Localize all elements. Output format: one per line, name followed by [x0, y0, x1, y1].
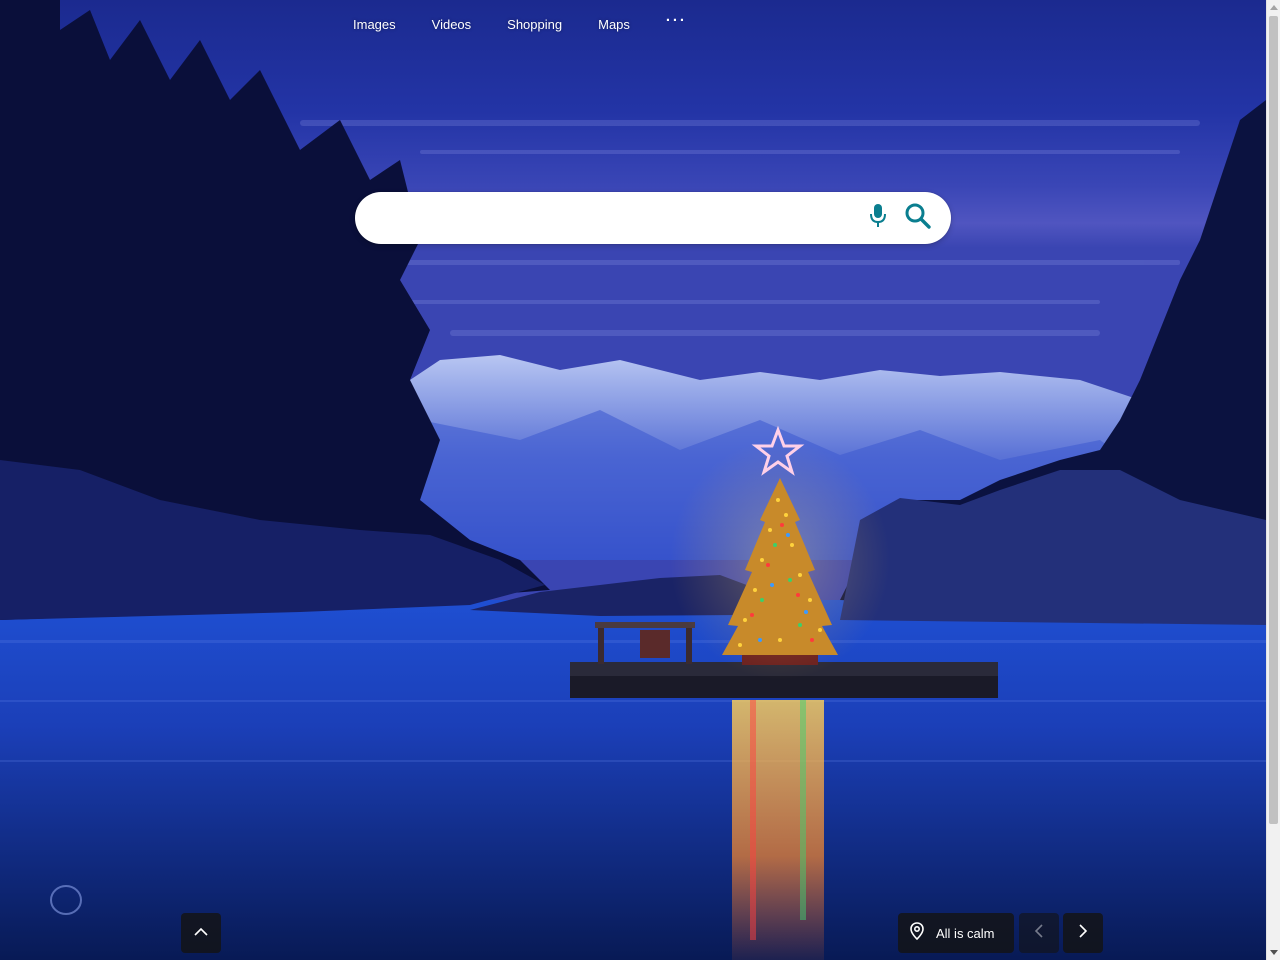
nav-item-videos[interactable]: Videos: [414, 13, 490, 36]
scrollbar-up-arrow[interactable]: [1270, 5, 1278, 10]
homepage: Images Videos Shopping Maps ··· All is c…: [0, 0, 1280, 960]
scrollbar-thumb[interactable]: [1269, 16, 1278, 824]
next-image-button[interactable]: [1063, 913, 1103, 953]
nav-item-maps[interactable]: Maps: [580, 13, 648, 36]
page-scrollbar[interactable]: [1266, 0, 1280, 960]
location-pin-icon: [910, 921, 924, 945]
background-image: [0, 0, 1266, 960]
nav-more-button[interactable]: ···: [648, 12, 705, 37]
search-icon: [904, 202, 932, 235]
image-caption-button[interactable]: All is calm: [898, 913, 1014, 953]
nav-item-images[interactable]: Images: [335, 13, 414, 36]
voice-search-button[interactable]: [863, 198, 893, 238]
chevron-up-icon: [193, 924, 209, 942]
top-nav: Images Videos Shopping Maps ···: [335, 12, 705, 36]
scroll-up-button[interactable]: [181, 913, 221, 953]
chevron-left-icon: [1034, 923, 1044, 944]
scrollbar-down-arrow[interactable]: [1270, 950, 1278, 955]
chevron-right-icon: [1078, 923, 1088, 944]
nav-item-shopping[interactable]: Shopping: [489, 13, 580, 36]
search-button[interactable]: [899, 198, 937, 238]
search-input[interactable]: [355, 192, 863, 244]
image-caption-label: All is calm: [936, 925, 995, 941]
search-box: [355, 192, 951, 244]
previous-image-button[interactable]: [1019, 913, 1059, 953]
microphone-icon: [869, 203, 887, 234]
